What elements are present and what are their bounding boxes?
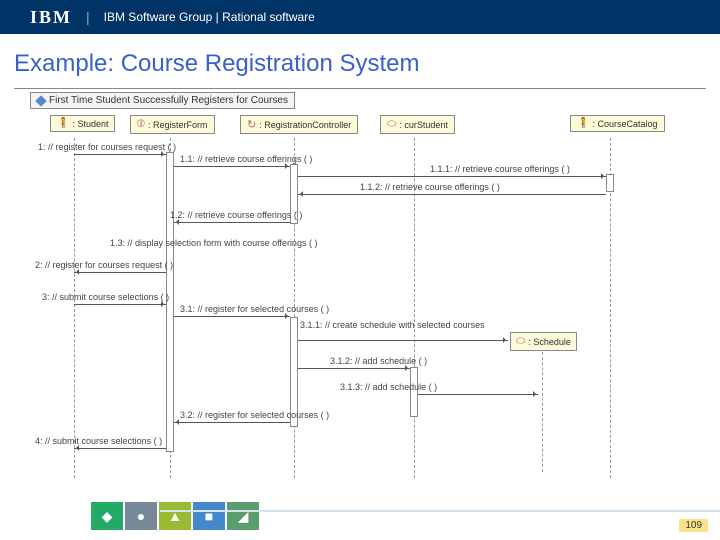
arrow-icon <box>298 176 606 177</box>
footer-tile-icon: ◆ <box>91 502 123 530</box>
ibm-logo: IBM <box>30 7 72 28</box>
header-divider: | <box>86 9 90 25</box>
footer-tile-icon: ■ <box>193 502 225 530</box>
message-label: 3: // submit course selections ( ) <box>42 292 169 302</box>
arrow-icon <box>298 340 508 341</box>
header-text: IBM Software Group | Rational software <box>104 10 315 24</box>
message-label: 3.1.2: // add schedule ( ) <box>330 356 427 366</box>
entity-icon <box>387 118 396 131</box>
diagram-frame-title: First Time Student Successfully Register… <box>30 92 295 109</box>
footer-tile-icon: ▲ <box>159 502 191 530</box>
arrow-icon <box>74 304 166 305</box>
message-label: 3.1.1: // create schedule with selected … <box>300 320 485 330</box>
message-label: 4: // submit course selections ( ) <box>35 436 162 446</box>
title-rule <box>14 88 706 89</box>
activation-bar <box>410 367 418 417</box>
footer-tile-icon: ◢ <box>227 502 259 530</box>
lifeline <box>542 352 543 472</box>
message-label: 1.1: // retrieve course offerings ( ) <box>180 154 312 164</box>
page-number: 109 <box>679 519 708 532</box>
footer-tile-icon: ● <box>125 502 157 530</box>
activation-bar <box>166 152 174 452</box>
boundary-icon <box>137 118 145 131</box>
participant-registerform: : RegisterForm <box>130 115 215 134</box>
participants-row: : Student : RegisterForm : RegistrationC… <box>30 115 700 139</box>
arrow-icon <box>298 194 606 195</box>
participant-coursecatalog: : CourseCatalog <box>570 115 665 132</box>
footer: ◆ ● ▲ ■ ◢ 109 <box>0 502 720 540</box>
footer-tiles: ◆ ● ▲ ■ ◢ <box>90 502 260 540</box>
message-label: 1.2: // retrieve course offerings ( ) <box>170 210 302 220</box>
control-icon <box>247 118 256 131</box>
message-label: 1: // register for courses request ( ) <box>38 142 176 152</box>
message-label: 3.1.3: // add schedule ( ) <box>340 382 437 392</box>
entity-icon <box>516 335 525 348</box>
diamond-icon <box>35 95 46 106</box>
lifeline <box>74 138 75 478</box>
frame-title-text: First Time Student Successfully Register… <box>49 95 288 106</box>
actor-icon <box>57 118 69 129</box>
arrow-icon <box>174 166 290 167</box>
participant-student: : Student <box>50 115 115 132</box>
sequence-diagram: First Time Student Successfully Register… <box>30 92 700 472</box>
slide-title: Example: Course Registration System <box>14 50 720 78</box>
message-label: 3.2: // register for selected courses ( … <box>180 410 329 420</box>
message-label: 1.3: // display selection form with cour… <box>110 238 317 248</box>
message-label: 3.1: // register for selected courses ( … <box>180 304 329 314</box>
arrow-icon <box>298 368 410 369</box>
actor-icon <box>577 118 589 129</box>
footer-rule <box>160 510 720 512</box>
message-label: 1.1.1: // retrieve course offerings ( ) <box>430 164 570 174</box>
header-bar: IBM | IBM Software Group | Rational soft… <box>0 0 720 34</box>
arrow-icon <box>174 222 290 223</box>
participant-curstudent: : curStudent <box>380 115 455 134</box>
arrow-icon <box>174 422 290 423</box>
arrow-icon <box>74 154 166 155</box>
arrow-icon <box>74 272 166 273</box>
participant-registrationcontroller: : RegistrationController <box>240 115 358 134</box>
arrow-icon <box>74 448 166 449</box>
arrow-icon <box>418 394 538 395</box>
activation-bar <box>606 174 614 192</box>
arrow-icon <box>174 316 290 317</box>
message-label: 1.1.2: // retrieve course offerings ( ) <box>360 182 500 192</box>
message-label: 2: // register for courses request ( ) <box>35 260 173 270</box>
created-object-schedule: : Schedule <box>510 332 577 351</box>
